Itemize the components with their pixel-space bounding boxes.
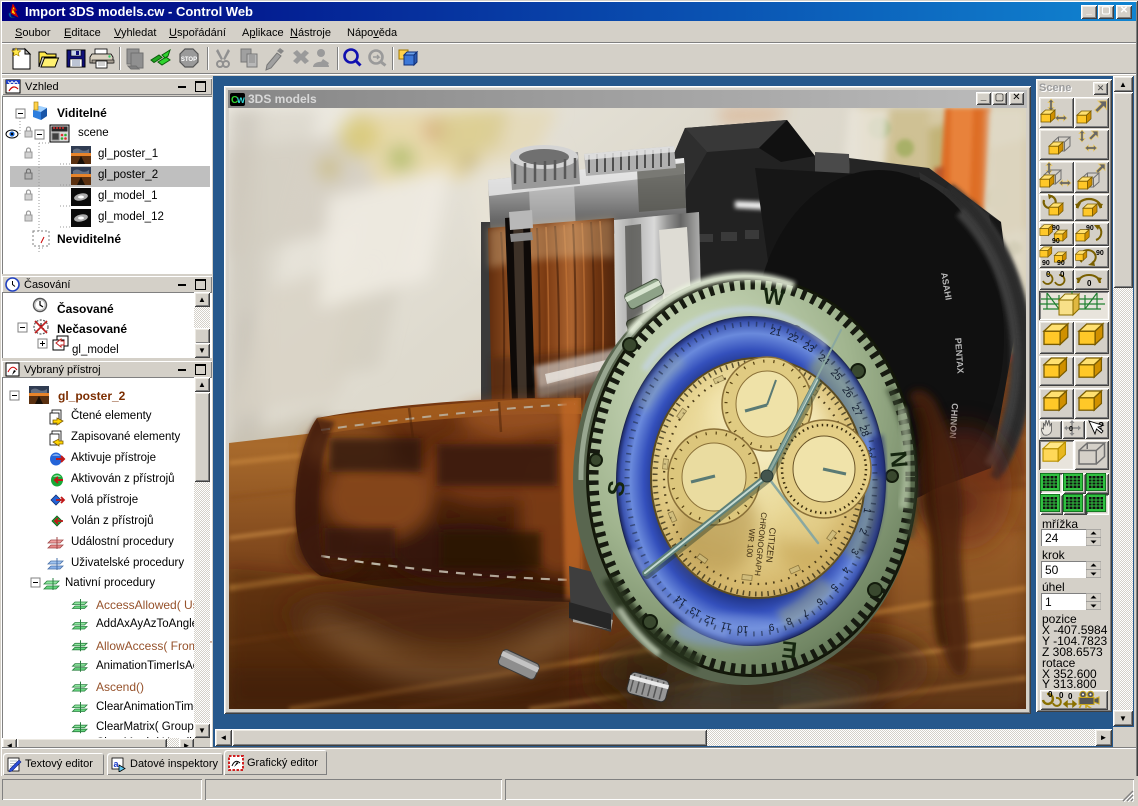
svg-text:w: w xyxy=(236,95,245,106)
svg-text:E: E xyxy=(780,636,798,663)
svg-text:0: 0 xyxy=(1087,279,1092,288)
svg-text:90: 90 xyxy=(1052,225,1060,232)
svg-text:0: 0 xyxy=(1069,426,1073,433)
svg-text:?: ? xyxy=(1098,421,1104,432)
svg-text:90: 90 xyxy=(1052,238,1060,244)
svg-text:0: 0 xyxy=(1068,692,1073,701)
svg-text:W: W xyxy=(762,282,787,310)
svg-text:10: 10 xyxy=(736,623,748,635)
svg-text:90: 90 xyxy=(1096,250,1104,257)
svg-text:N: N xyxy=(885,450,913,469)
svg-text:0: 0 xyxy=(1060,270,1065,279)
svg-text:STOP: STOP xyxy=(181,57,197,63)
svg-text:90: 90 xyxy=(1042,260,1050,266)
svg-text:90: 90 xyxy=(1057,260,1065,266)
svg-text:0: 0 xyxy=(1059,691,1064,700)
svg-text:0: 0 xyxy=(1048,690,1053,699)
